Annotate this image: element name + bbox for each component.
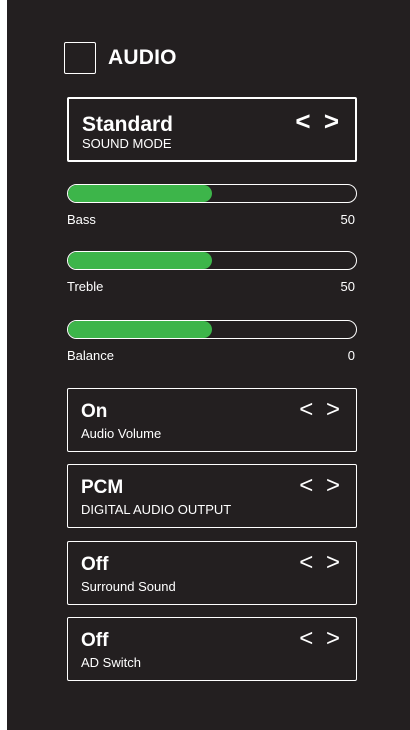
slider-fill: [68, 185, 212, 202]
left-right-arrows-icon[interactable]: < >: [299, 474, 343, 498]
digital-audio-output-selector[interactable]: PCM DIGITAL AUDIO OUTPUT < >: [67, 464, 357, 528]
audio-volume-selector[interactable]: On Audio Volume < >: [67, 388, 357, 452]
slider-fill: [68, 321, 212, 338]
slider-label: Balance: [67, 348, 114, 363]
checkbox-square-icon[interactable]: [64, 42, 96, 74]
sound-mode-selector[interactable]: Standard SOUND MODE < >: [67, 97, 357, 162]
sound-mode-label: SOUND MODE: [82, 136, 172, 151]
option-value: On: [81, 401, 108, 422]
slider-value: 50: [340, 212, 355, 227]
left-right-arrows-icon[interactable]: < >: [299, 551, 343, 575]
left-right-arrows-icon[interactable]: < >: [299, 627, 343, 651]
option-value: PCM: [81, 477, 124, 498]
slider-value: 50: [340, 279, 355, 294]
option-label: Surround Sound: [81, 579, 176, 594]
surround-sound-selector[interactable]: Off Surround Sound < >: [67, 541, 357, 605]
option-label: DIGITAL AUDIO OUTPUT: [81, 502, 232, 517]
slider-label: Bass: [67, 212, 96, 227]
option-value: Off: [81, 630, 109, 651]
slider-track[interactable]: [67, 320, 357, 339]
sound-mode-value: Standard: [82, 113, 174, 136]
option-label: Audio Volume: [81, 426, 162, 441]
option-value: Off: [81, 554, 109, 575]
slider-value: 0: [347, 348, 355, 363]
left-right-arrows-icon[interactable]: < >: [295, 108, 342, 134]
audio-header: AUDIO: [64, 41, 177, 75]
ad-switch-selector[interactable]: Off AD Switch < >: [67, 617, 357, 681]
slider-label: Treble: [67, 279, 104, 294]
page-title: AUDIO: [108, 46, 177, 69]
slider-fill: [68, 252, 212, 269]
left-right-arrows-icon[interactable]: < >: [299, 398, 343, 422]
slider-track[interactable]: [67, 251, 357, 270]
option-label: AD Switch: [81, 655, 141, 670]
audio-settings-panel: AUDIO Standard SOUND MODE < > Bass 50 Tr…: [7, 0, 410, 730]
slider-track[interactable]: [67, 184, 357, 203]
